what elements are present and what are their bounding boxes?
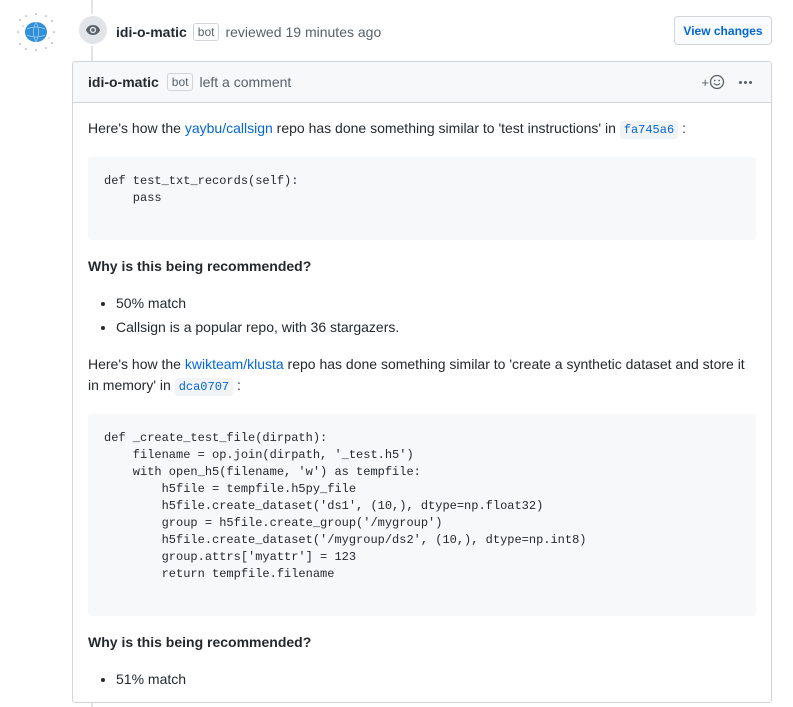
comment-body: Here's how the yaybu/callsign repo has d… bbox=[73, 103, 771, 702]
suggestion-intro: Here's how the yaybu/callsign repo has d… bbox=[88, 120, 686, 139]
reaction-plus: + bbox=[701, 74, 709, 90]
comment-action-text: left a comment bbox=[199, 74, 292, 90]
view-changes-button[interactable]: View changes bbox=[674, 16, 772, 45]
more-options-button[interactable] bbox=[735, 80, 756, 84]
review-action-text: reviewed bbox=[225, 24, 282, 40]
kebab-icon bbox=[739, 80, 742, 84]
list-item: 50% match bbox=[116, 293, 756, 314]
repo-link[interactable]: yaybu/callsign bbox=[185, 120, 273, 136]
globe-icon bbox=[17, 13, 55, 51]
code-block: def test_txt_records(self): pass bbox=[88, 157, 756, 240]
why-heading: Why is this being recommended? bbox=[88, 258, 312, 274]
list-item: 51% match bbox=[116, 669, 756, 690]
review-timestamp[interactable]: 19 minutes ago bbox=[286, 24, 382, 40]
why-heading: Why is this being recommended? bbox=[88, 634, 312, 650]
commit-sha-link[interactable]: fa745a6 bbox=[619, 121, 679, 139]
eye-icon bbox=[86, 25, 100, 35]
comment-header-actions: + bbox=[701, 74, 756, 90]
review-author-link[interactable]: idi-o-matic bbox=[116, 24, 187, 40]
comment-author-link[interactable]: idi-o-matic bbox=[88, 74, 159, 90]
bot-avatar[interactable] bbox=[16, 12, 56, 52]
bot-label: bot bbox=[192, 23, 220, 41]
commit-sha-link[interactable]: dca0707 bbox=[174, 378, 234, 396]
add-reaction-button[interactable]: + bbox=[701, 74, 725, 90]
suggestion-intro: Here's how the kwikteam/klusta repo has … bbox=[88, 356, 745, 396]
reason-list: 50% match Callsign is a popular repo, wi… bbox=[88, 293, 756, 338]
review-header: idi-o-matic bot reviewed 19 minutes ago bbox=[116, 22, 381, 42]
review-comment: idi-o-matic bot left a comment + Here's … bbox=[72, 61, 772, 703]
bot-label: bot bbox=[166, 73, 194, 91]
review-badge bbox=[77, 14, 109, 46]
reason-list: 51% match bbox=[88, 669, 756, 690]
list-item: Callsign is a popular repo, with 36 star… bbox=[116, 317, 756, 338]
smiley-icon bbox=[709, 74, 725, 90]
comment-header: idi-o-matic bot left a comment + bbox=[73, 62, 771, 103]
code-block: def _create_test_file(dirpath): filename… bbox=[88, 414, 756, 616]
repo-link[interactable]: kwikteam/klusta bbox=[185, 356, 284, 372]
